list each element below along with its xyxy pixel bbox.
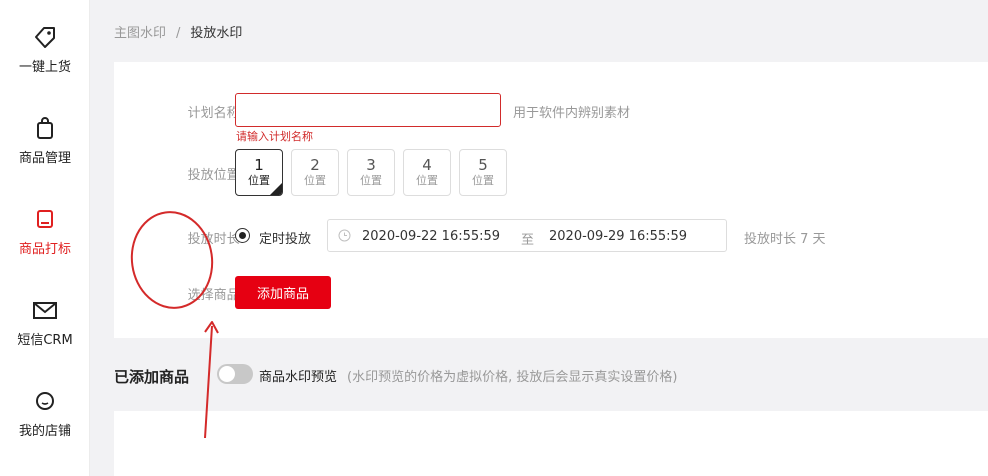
added-products-title: 已添加商品 (114, 368, 190, 386)
date-range-picker[interactable]: 2020-09-22 16:55:59 至 2020-09-29 16:55:5… (327, 219, 727, 252)
position-option-1[interactable]: 1 位置 (235, 149, 283, 196)
plan-name-input[interactable] (235, 93, 501, 127)
watermark-preview-toggle[interactable] (217, 364, 253, 384)
add-product-button[interactable]: 添加商品 (235, 276, 331, 309)
position-caption: 位置 (304, 174, 326, 187)
position-caption: 位置 (416, 174, 438, 187)
sidebar-item-my-store[interactable]: 我的店铺 (0, 364, 90, 455)
position-number: 2 (310, 156, 320, 174)
position-caption: 位置 (360, 174, 382, 187)
position-number: 5 (478, 156, 488, 174)
position-label: 投放位置: (187, 168, 244, 183)
position-option-2[interactable]: 2 位置 (291, 149, 339, 196)
watermark-preview-label: 商品水印预览 (259, 370, 338, 385)
sidebar-item-label: 我的店铺 (18, 424, 71, 439)
start-date[interactable]: 2020-09-22 16:55:59 (362, 229, 500, 244)
smile-icon (36, 392, 54, 410)
plan-form-card: 计划名称: 用于软件内辨别素材 请输入计划名称 投放位置: 1 位置 2 位置 … (114, 62, 988, 338)
plan-name-hint: 用于软件内辨别素材 (513, 106, 631, 121)
position-option-3[interactable]: 3 位置 (347, 149, 395, 196)
tag-icon (35, 27, 55, 48)
clock-icon (338, 229, 351, 242)
position-caption: 位置 (472, 174, 494, 187)
breadcrumb-separator: / (176, 26, 181, 41)
sidebar-item-label: 商品打标 (18, 242, 71, 257)
timed-radio-label[interactable]: 定时投放 (259, 228, 311, 247)
position-option-5[interactable]: 5 位置 (459, 149, 507, 196)
sidebar-item-label: 短信CRM (17, 333, 73, 348)
plan-name-label: 计划名称: (187, 106, 244, 121)
duration-label: 投放时长: (187, 232, 244, 247)
sidebar-item-product-tagging[interactable]: 商品打标 (0, 182, 90, 273)
range-separator: 至 (521, 233, 535, 248)
plan-name-error: 请输入计划名称 (236, 130, 313, 143)
shopping-bag-icon (37, 117, 53, 139)
position-number: 3 (366, 156, 376, 174)
breadcrumb: 主图水印 / 投放水印 (114, 22, 242, 41)
sidebar-item-label: 一键上货 (18, 60, 71, 75)
position-caption: 位置 (248, 174, 270, 187)
end-date[interactable]: 2020-09-29 16:55:59 (549, 229, 687, 244)
label-icon (37, 210, 53, 228)
breadcrumb-parent[interactable]: 主图水印 (114, 26, 166, 41)
product-label: 选择商品: (187, 288, 244, 303)
breadcrumb-current: 投放水印 (190, 26, 243, 41)
sidebar-item-one-click-upload[interactable]: 一键上货 (0, 0, 90, 91)
timed-radio[interactable] (235, 228, 250, 243)
sidebar-item-product-management[interactable]: 商品管理 (0, 91, 90, 182)
envelope-icon (33, 302, 57, 319)
duration-summary: 投放时长 7 天 (744, 232, 826, 247)
sidebar-item-label: 商品管理 (18, 151, 71, 166)
position-option-4[interactable]: 4 位置 (403, 149, 451, 196)
watermark-preview-note: (水印预览的价格为虚拟价格, 投放后会显示真实设置价格) (347, 370, 678, 385)
position-number: 4 (422, 156, 432, 174)
sidebar-item-sms-crm[interactable]: 短信CRM (0, 273, 90, 364)
added-products-list (114, 411, 988, 476)
position-number: 1 (254, 156, 264, 174)
sidebar: 一键上货 商品管理 商品打标 短信CRM 我的店铺 (0, 0, 90, 476)
